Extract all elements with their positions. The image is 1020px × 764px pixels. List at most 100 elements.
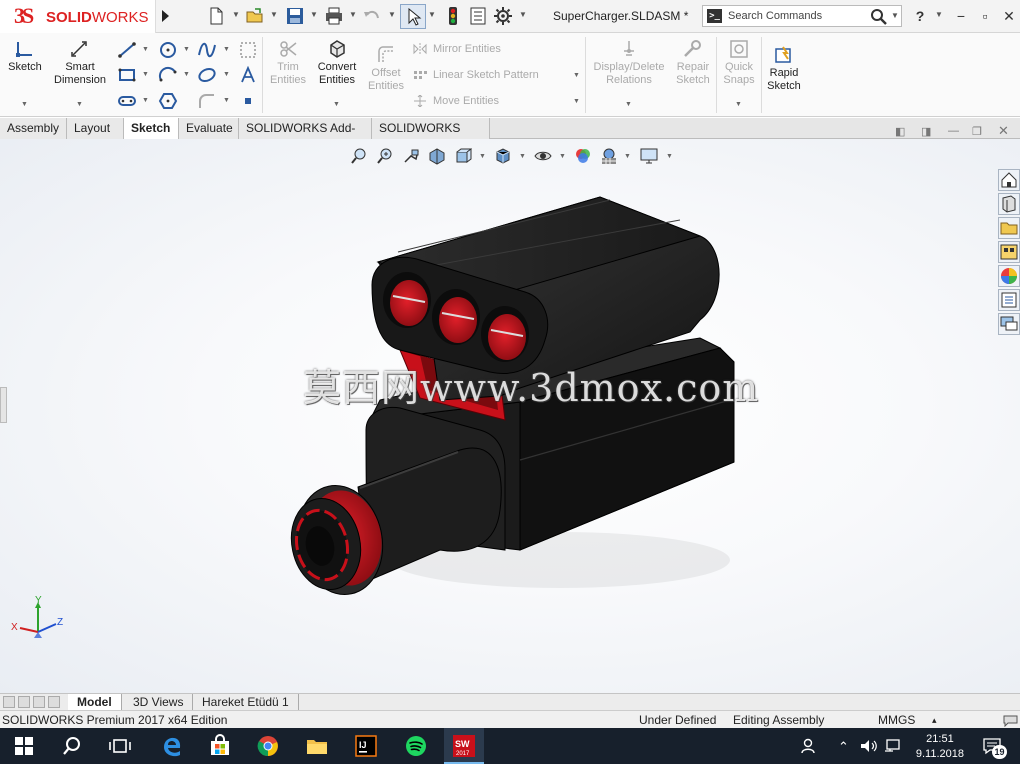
sketch-button[interactable]: Sketch [6,39,44,74]
section-view-icon[interactable] [428,147,446,165]
first-tab-arrow[interactable] [3,696,15,708]
action-center-button[interactable]: 19 [983,737,1007,759]
hide-show-dropdown-caret[interactable]: ▼ [559,153,566,160]
tab-model[interactable]: Model [68,694,122,711]
relations-dropdown-caret[interactable]: ▼ [625,101,632,108]
circle-dropdown-caret[interactable]: ▼ [183,46,190,53]
spline-dropdown-caret[interactable]: ▼ [223,46,230,53]
help-button[interactable]: ? [910,6,930,26]
display-delete-relations-button[interactable]: Display/Delete Relations [590,39,668,87]
quick-snaps-button[interactable]: Quick Snaps [719,39,759,87]
volume-icon[interactable] [860,739,878,753]
fillet-dropdown-caret[interactable]: ▼ [223,97,230,104]
file-explorer-icon[interactable] [305,734,329,758]
new-dropdown-caret[interactable]: ▼ [232,10,240,19]
point-icon[interactable] [238,92,258,110]
help-dropdown-caret[interactable]: ▼ [935,10,943,19]
options-dropdown-caret[interactable]: ▼ [519,10,527,19]
tab-layout[interactable]: Layout [67,118,124,139]
select-dropdown-caret[interactable]: ▼ [428,10,436,19]
linear-pattern-dropdown-caret[interactable]: ▼ [573,72,580,79]
move-dropdown-caret[interactable]: ▼ [573,98,580,105]
tooltip-toggle-icon[interactable] [1003,713,1018,727]
apply-scene-dropdown-caret[interactable]: ▼ [624,153,631,160]
view-palette-tab[interactable] [998,241,1020,263]
undo-icon[interactable] [362,6,382,26]
panel-left-icon[interactable]: ◧ [895,125,905,138]
prev-tab-arrow[interactable] [18,696,30,708]
ellipse-icon[interactable] [197,66,217,84]
zoom-to-area-icon[interactable] [376,147,394,165]
smart-dimension-button[interactable]: Smart Dimension [50,39,110,87]
slot-icon[interactable] [117,92,137,110]
solidworks-resources-tab[interactable] [998,169,1020,191]
polygon-icon[interactable] [158,92,178,110]
mirror-entities-button[interactable]: Mirror Entities [413,43,501,56]
design-library-tab[interactable] [998,193,1020,215]
undo-dropdown-caret[interactable]: ▼ [388,10,396,19]
display-style-icon[interactable] [494,147,512,165]
open-dropdown-caret[interactable]: ▼ [270,10,278,19]
doc-minimize-button[interactable]: — [948,125,959,137]
solidworks-logo[interactable]: 3S SOLIDWORKS [0,0,156,33]
repair-sketch-button[interactable]: Repair Sketch [672,39,714,87]
intellij-idea-icon[interactable]: IJ [354,734,378,758]
line-icon[interactable] [117,41,137,59]
tab-evaluate[interactable]: Evaluate [179,118,239,139]
view-settings-dropdown-caret[interactable]: ▼ [666,153,673,160]
file-properties-icon[interactable] [468,6,488,26]
slot-dropdown-caret[interactable]: ▼ [142,97,149,104]
edge-browser-icon[interactable] [160,734,184,758]
convert-entities-button[interactable]: Convert Entities [312,39,362,87]
ellipse-dropdown-caret[interactable]: ▼ [223,71,230,78]
smart-dimension-dropdown-caret[interactable]: ▼ [76,101,83,108]
linear-sketch-pattern-button[interactable]: Linear Sketch Pattern [413,69,539,81]
arc-icon[interactable] [158,66,178,84]
fillet-icon[interactable] [197,92,217,110]
custom-properties-tab[interactable] [998,289,1020,311]
print-dropdown-caret[interactable]: ▼ [349,10,357,19]
tab-assembly[interactable]: Assembly [0,118,67,139]
rapid-sketch-button[interactable]: Rapid Sketch [764,45,804,93]
rebuild-traffic-light-icon[interactable] [443,6,463,26]
tab-sketch[interactable]: Sketch [124,118,179,139]
save-icon[interactable] [285,6,305,26]
sketch-dropdown-caret[interactable]: ▼ [21,101,28,108]
display-style-dropdown-caret[interactable]: ▼ [519,153,526,160]
spline-icon[interactable] [197,41,217,59]
chrome-icon[interactable] [256,734,280,758]
convert-dropdown-caret[interactable]: ▼ [333,101,340,108]
graphics-area[interactable]: ▼ ▼ ▼ ▼ ▼ 莫西网www.3dmox.com Y X Z [0,139,1020,693]
circle-icon[interactable] [158,41,178,59]
view-orientation-icon[interactable] [454,147,472,165]
panel-right-icon[interactable]: ◨ [921,125,931,138]
expand-menu-icon[interactable] [159,6,171,26]
file-explorer-tab[interactable] [998,217,1020,239]
doc-close-button[interactable]: ✕ [998,123,1009,139]
trim-entities-button[interactable]: Trim Entities [268,39,308,87]
print-icon[interactable] [324,6,344,26]
rectangle-dropdown-caret[interactable]: ▼ [142,71,149,78]
close-button[interactable]: ✕ [999,6,1019,26]
tab-3d-views[interactable]: 3D Views [124,694,194,711]
people-icon[interactable] [800,738,818,754]
quick-snaps-dropdown-caret[interactable]: ▼ [735,101,742,108]
options-gear-icon[interactable] [493,6,513,26]
text-icon[interactable] [238,66,258,84]
save-dropdown-caret[interactable]: ▼ [310,10,318,19]
tab-solidworks-add-ins[interactable]: SOLIDWORKS Add-Ins [239,118,372,155]
units-dropdown-caret[interactable]: ▴ [932,715,937,726]
search-taskbar-icon[interactable] [60,734,84,758]
windows-start-icon[interactable] [12,734,36,758]
rectangle-icon[interactable] [117,66,137,84]
edit-appearance-icon[interactable] [574,147,592,165]
search-commands-input[interactable]: >_ Search Commands ▼ [702,5,902,27]
arc-dropdown-caret[interactable]: ▼ [183,71,190,78]
tab-motion-study[interactable]: Hareket Etüdü 1 [193,694,299,711]
move-entities-button[interactable]: Move Entities [413,95,499,108]
appearances-tab[interactable] [998,265,1020,287]
select-button[interactable] [400,4,426,29]
previous-view-icon[interactable] [402,147,420,165]
feature-manager-collapse-handle[interactable] [0,387,7,423]
minimize-button[interactable]: − [951,6,971,26]
